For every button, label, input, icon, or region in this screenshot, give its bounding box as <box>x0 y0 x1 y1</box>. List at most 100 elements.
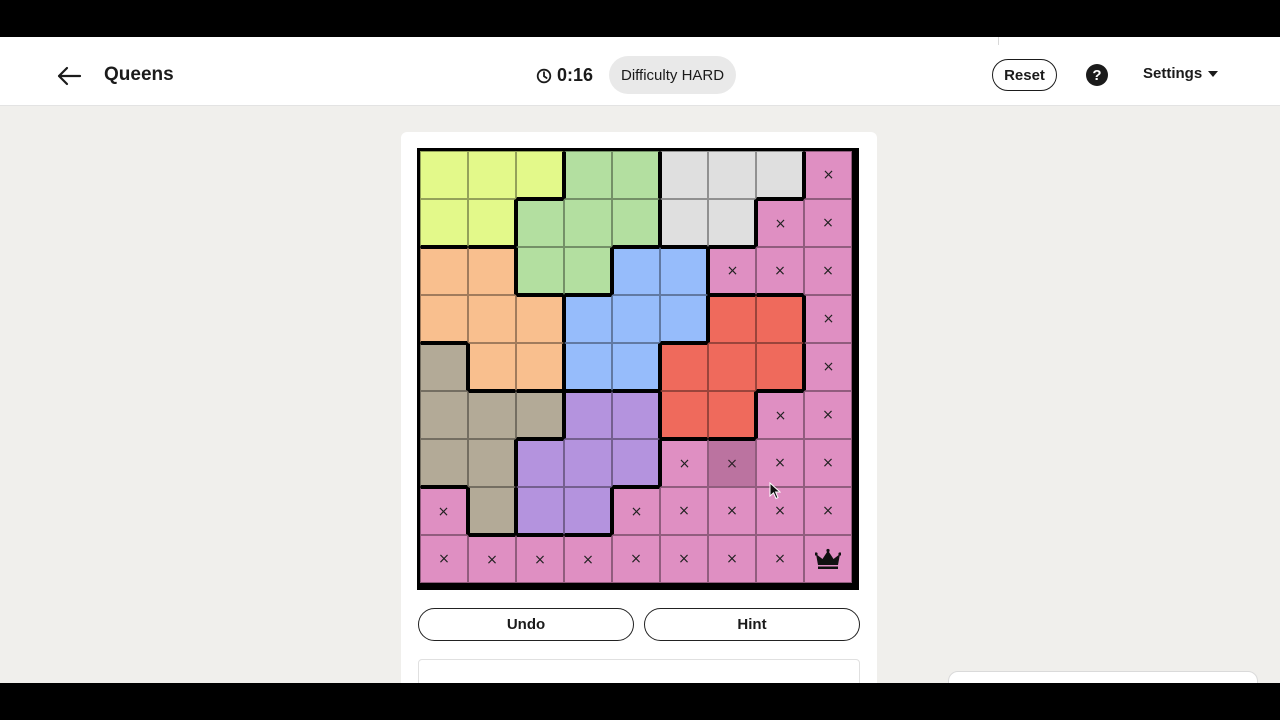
board-cell[interactable] <box>756 343 804 391</box>
board-cell[interactable] <box>708 391 756 439</box>
board-cell[interactable] <box>468 151 516 199</box>
board-cell[interactable] <box>612 439 660 487</box>
messaging-panel[interactable] <box>948 671 1258 683</box>
board-cell[interactable]: × <box>804 487 852 535</box>
board-cell[interactable]: × <box>804 439 852 487</box>
board-cell[interactable] <box>468 343 516 391</box>
hint-button[interactable]: Hint <box>644 608 860 641</box>
board-cell[interactable]: × <box>804 199 852 247</box>
board-cell[interactable] <box>756 151 804 199</box>
board-cell[interactable]: × <box>804 151 852 199</box>
board-cell[interactable] <box>420 151 468 199</box>
board-cell[interactable]: × <box>756 391 804 439</box>
board-cell[interactable] <box>420 199 468 247</box>
board-cell[interactable] <box>612 247 660 295</box>
board-cell[interactable] <box>420 295 468 343</box>
board-cell[interactable] <box>612 295 660 343</box>
board-cell[interactable]: × <box>708 247 756 295</box>
board-cell[interactable] <box>660 343 708 391</box>
board-cell[interactable] <box>660 295 708 343</box>
board-cell[interactable] <box>468 439 516 487</box>
board-cell[interactable] <box>564 295 612 343</box>
board-cell[interactable]: × <box>756 439 804 487</box>
board-cell[interactable] <box>804 535 852 583</box>
board-cell[interactable]: × <box>708 439 756 487</box>
board-cell[interactable]: × <box>564 535 612 583</box>
reset-button[interactable]: Reset <box>992 59 1057 91</box>
cross-mark-icon: × <box>822 359 835 375</box>
board-cell[interactable]: × <box>804 343 852 391</box>
board-cell[interactable] <box>708 199 756 247</box>
board-cell[interactable] <box>564 343 612 391</box>
board-cell[interactable] <box>516 487 564 535</box>
board-cell[interactable] <box>564 439 612 487</box>
board-cell[interactable] <box>468 199 516 247</box>
board-cell[interactable]: × <box>804 295 852 343</box>
board-cell[interactable]: × <box>756 535 804 583</box>
cross-mark-icon: × <box>630 503 643 520</box>
board-cell[interactable] <box>660 151 708 199</box>
board-cell[interactable] <box>516 343 564 391</box>
board-cell[interactable] <box>420 343 468 391</box>
board-cell[interactable] <box>660 199 708 247</box>
board-cell[interactable] <box>612 343 660 391</box>
board-cell[interactable] <box>468 487 516 535</box>
arrow-left-icon <box>57 66 82 86</box>
board-cell[interactable] <box>516 391 564 439</box>
board-cell[interactable]: × <box>804 247 852 295</box>
timer-value: 0:16 <box>557 65 594 85</box>
game-header: Queens 0:16 Difficulty HARD Reset ? Sett… <box>0 45 1280 106</box>
board-cell[interactable] <box>660 391 708 439</box>
cross-mark-icon: × <box>822 263 834 279</box>
board-cell[interactable]: × <box>468 535 516 583</box>
board-cell[interactable]: × <box>708 535 756 583</box>
board-cell[interactable] <box>564 199 612 247</box>
board-cell[interactable]: × <box>708 487 756 535</box>
back-button[interactable] <box>52 59 86 93</box>
board-cell[interactable] <box>516 247 564 295</box>
board-cell[interactable] <box>516 199 564 247</box>
board-cell[interactable]: × <box>420 535 468 583</box>
board-cell[interactable] <box>708 295 756 343</box>
board-cell[interactable]: × <box>660 487 708 535</box>
board-cell[interactable]: × <box>756 487 804 535</box>
board-cell[interactable] <box>660 247 708 295</box>
board-cell[interactable] <box>708 343 756 391</box>
cross-mark-icon: × <box>726 503 738 519</box>
board-cell[interactable] <box>516 151 564 199</box>
board-cell[interactable]: × <box>612 535 660 583</box>
board-cell[interactable] <box>564 391 612 439</box>
board-cell[interactable] <box>420 439 468 487</box>
difficulty-value: HARD <box>681 66 725 84</box>
board-cell[interactable] <box>420 247 468 295</box>
board-cell[interactable] <box>420 391 468 439</box>
board-cell[interactable] <box>612 151 660 199</box>
board-cell[interactable] <box>708 151 756 199</box>
undo-button[interactable]: Undo <box>418 608 634 641</box>
board-cell[interactable] <box>612 391 660 439</box>
cross-mark-icon: × <box>774 551 786 567</box>
board-cell[interactable] <box>516 439 564 487</box>
board-cell[interactable] <box>564 151 612 199</box>
board-cell[interactable] <box>564 487 612 535</box>
board-cell[interactable] <box>468 295 516 343</box>
settings-dropdown[interactable]: Settings <box>1143 65 1219 82</box>
board-cell[interactable]: × <box>756 199 804 247</box>
board-cell[interactable]: × <box>660 439 708 487</box>
board-cell[interactable]: × <box>804 391 852 439</box>
board-cell[interactable]: × <box>660 535 708 583</box>
board-cell[interactable] <box>612 199 660 247</box>
board-cell[interactable] <box>564 247 612 295</box>
board-cell[interactable] <box>756 295 804 343</box>
board-cell[interactable]: × <box>756 247 804 295</box>
cross-mark-icon: × <box>822 503 834 519</box>
board-cell[interactable]: × <box>420 487 468 535</box>
info-panel <box>418 659 860 683</box>
board-cell[interactable]: × <box>516 535 564 583</box>
board-cell[interactable] <box>516 295 564 343</box>
help-icon[interactable]: ? <box>1086 64 1108 86</box>
board-cell[interactable] <box>468 247 516 295</box>
board-cell[interactable]: × <box>612 487 660 535</box>
cross-mark-icon: × <box>678 503 690 519</box>
board-cell[interactable] <box>468 391 516 439</box>
